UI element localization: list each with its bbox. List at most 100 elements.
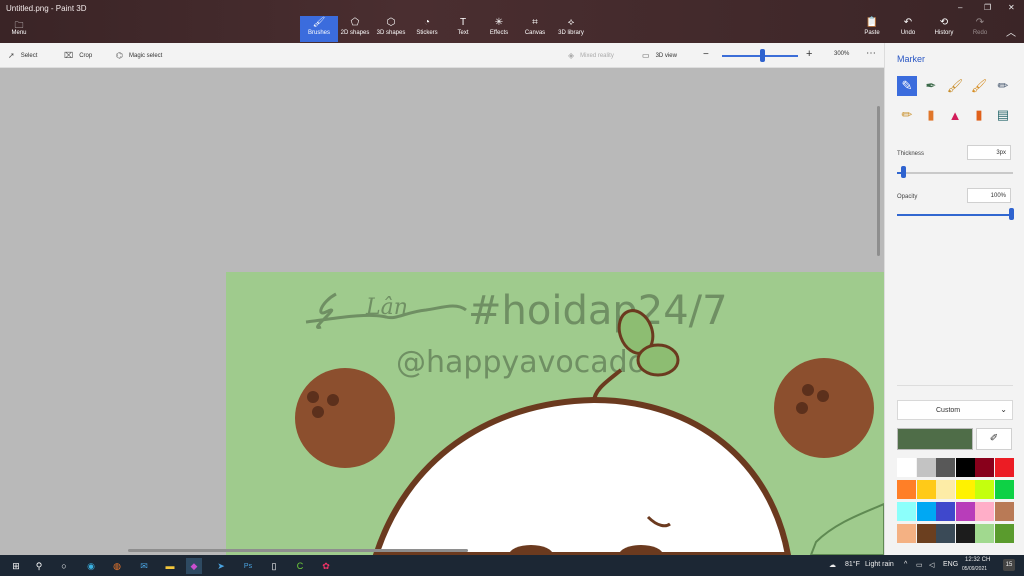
palette-swatch[interactable]	[955, 480, 975, 499]
tool-stickers[interactable]: ◔ Stickers	[408, 16, 446, 42]
collapse-chevron-icon[interactable]: ︿	[1006, 24, 1016, 39]
palette-swatch[interactable]	[936, 502, 955, 521]
notepad-icon[interactable]: ▯	[266, 558, 282, 574]
palette-swatch[interactable]	[994, 524, 1014, 543]
zoom-in-icon[interactable]: +	[806, 48, 812, 60]
tool-3d-library[interactable]: ⟡ 3D library	[552, 16, 590, 42]
tool-canvas[interactable]: ⌗ Canvas	[516, 16, 554, 42]
crayon-brush[interactable]: ▲	[945, 105, 965, 125]
opacity-slider-fill	[897, 214, 1013, 216]
tool-3d-shapes[interactable]: ⬡ 3D shapes	[372, 16, 410, 42]
menu-button[interactable]: 🗀 Menu	[8, 18, 30, 36]
cortana-icon[interactable]: ○	[56, 558, 72, 574]
palette-swatch[interactable]	[897, 458, 916, 477]
drawing-canvas[interactable]: Lân #hoidap24/7 @happyavocado	[226, 272, 884, 555]
oil-brush[interactable]: 🖌	[945, 76, 965, 96]
more-options-icon[interactable]: ⋯	[866, 48, 876, 59]
tool-brushes[interactable]: 🖌 Brushes	[300, 16, 338, 42]
palette-swatch[interactable]	[936, 524, 955, 543]
volume-icon[interactable]: ◁	[929, 561, 934, 569]
eraser-brush[interactable]: ▮	[921, 105, 941, 125]
file-explorer-icon[interactable]: ▬	[162, 558, 178, 574]
app-icon[interactable]: ✿	[318, 558, 334, 574]
palette-swatch[interactable]	[994, 502, 1014, 521]
current-color-swatch[interactable]	[897, 428, 973, 450]
marker-brush[interactable]: ✎	[897, 76, 917, 96]
mixed-reality-button[interactable]: ◈ Mixed reality	[568, 51, 614, 60]
firefox-icon[interactable]: ◍	[109, 558, 125, 574]
palette-swatch[interactable]	[897, 502, 916, 521]
select-button[interactable]: ➚ Select	[8, 51, 37, 60]
clock-date[interactable]: 05/09/2021	[962, 566, 987, 572]
thickness-input[interactable]: 3px	[967, 145, 1011, 160]
crop-button[interactable]: ⌧ Crop	[64, 51, 92, 60]
weather-temp[interactable]: 81°F	[845, 561, 860, 568]
paint-3d-icon[interactable]: ◆	[186, 558, 202, 574]
language-indicator[interactable]: ENG	[943, 561, 958, 568]
palette-swatch[interactable]	[936, 480, 955, 499]
paste-button[interactable]: 📋 Paste	[853, 16, 891, 42]
windows-start-icon[interactable]: ⊞	[8, 558, 24, 574]
palette-swatch[interactable]	[975, 502, 994, 521]
photoshop-icon[interactable]: Ps	[240, 558, 256, 574]
palette-swatch[interactable]	[994, 480, 1014, 499]
weather-desc[interactable]: Light rain	[865, 561, 894, 568]
palette-swatch[interactable]	[916, 458, 936, 477]
palette-swatch[interactable]	[955, 502, 975, 521]
fill-brush[interactable]: ▤	[993, 105, 1013, 125]
palette-swatch[interactable]	[916, 502, 936, 521]
mail-icon[interactable]: ✉	[136, 558, 152, 574]
palette-swatch[interactable]	[897, 480, 916, 499]
minimize-icon[interactable]: –	[958, 3, 962, 12]
horizontal-scrollbar[interactable]	[128, 549, 468, 552]
clock-time[interactable]: 12:32 CH	[965, 557, 990, 563]
zoom-slider-thumb[interactable]	[760, 49, 765, 62]
tool-2d-shapes[interactable]: ⬠ 2D shapes	[336, 16, 374, 42]
thickness-slider-thumb[interactable]	[900, 166, 906, 178]
paste-label: Paste	[864, 30, 880, 36]
magic-select-icon: ⌬	[116, 51, 123, 60]
network-icon[interactable]: ▭	[916, 561, 923, 569]
pixel-pen-brush[interactable]: ✏	[993, 76, 1013, 96]
vertical-scrollbar[interactable]	[877, 106, 880, 256]
palette-swatch[interactable]	[897, 524, 916, 543]
pencil-brush[interactable]: ✏	[897, 105, 917, 125]
palette-swatch[interactable]	[916, 524, 936, 543]
tool-effects[interactable]: ✳ Effects	[480, 16, 518, 42]
palette-swatch[interactable]	[955, 458, 975, 477]
watercolor-brush[interactable]: 🖌	[969, 76, 989, 96]
undo-button[interactable]: ↶ Undo	[889, 16, 927, 42]
close-icon[interactable]: ✕	[1008, 3, 1015, 12]
weather-icon[interactable]: ☁	[829, 561, 836, 569]
history-button[interactable]: ⟲ History	[925, 16, 963, 42]
spray-can-brush[interactable]: ▮	[969, 105, 989, 125]
opacity-slider-thumb[interactable]	[1009, 208, 1014, 220]
redo-button[interactable]: ↷ Redo	[961, 16, 999, 42]
palette-swatch[interactable]	[916, 480, 936, 499]
tray-chevron-icon[interactable]: ^	[904, 561, 907, 568]
edge-icon[interactable]: ◉	[83, 558, 99, 574]
custom-color-dropdown[interactable]: Custom ⌄	[897, 400, 1013, 420]
search-icon[interactable]: ⚲	[31, 558, 47, 574]
palette-swatch[interactable]	[975, 458, 994, 477]
palette-swatch[interactable]	[975, 480, 994, 499]
opacity-input[interactable]: 100%	[967, 188, 1011, 203]
magic-select-button[interactable]: ⌬ Magic select	[116, 51, 162, 60]
palette-swatch[interactable]	[936, 458, 955, 477]
telegram-icon[interactable]: ➤	[213, 558, 229, 574]
palette-swatch[interactable]	[975, 524, 994, 543]
eyedropper-button[interactable]: ✐	[976, 428, 1012, 450]
notification-badge[interactable]: 15	[1003, 559, 1015, 571]
3d-view-button[interactable]: ▭ 3D view	[642, 51, 677, 60]
calligraphy-pen-brush[interactable]: ✒	[921, 76, 941, 96]
camtasia-icon[interactable]: C	[292, 558, 308, 574]
zoom-out-icon[interactable]: −	[703, 49, 709, 60]
text-icon: T	[459, 17, 467, 28]
maximize-icon[interactable]: ❐	[984, 3, 991, 12]
palette-swatch[interactable]	[955, 524, 975, 543]
palette-swatch[interactable]	[994, 458, 1014, 477]
effects-icon: ✳	[494, 17, 504, 28]
tool-text[interactable]: T Text	[444, 16, 482, 42]
thickness-slider[interactable]	[897, 172, 1013, 174]
zoom-percent[interactable]: 300%	[834, 51, 849, 57]
